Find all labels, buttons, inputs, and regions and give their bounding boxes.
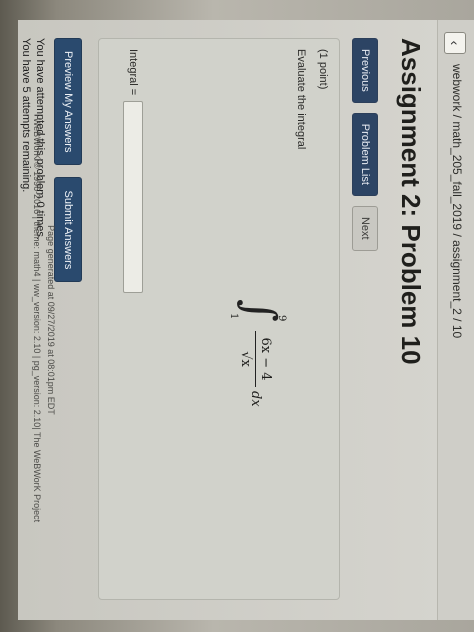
problem-list-button[interactable]: Problem List [352,112,378,196]
integral-differential: dx [248,391,263,407]
problem-panel: (1 point) Evaluate the integral ∫ 9 1 6x… [20,38,340,604]
submit-answers-button[interactable]: Submit Answers [54,177,82,283]
answer-row: Integral = [123,49,143,294]
problem-points: (1 point) [317,49,329,90]
webwork-screen: ‹ webwork / math_205_fall_2019 / assignm… [18,20,474,620]
back-button[interactable]: ‹ [444,32,466,54]
page-generated-text: Page generated at 09/27/2019 at 08:01pm … [46,225,56,415]
preview-answers-button[interactable]: Preview My Answers [54,38,82,166]
problem-prompt: Evaluate the integral [295,49,307,150]
chevron-left-icon: ‹ [447,40,463,46]
integral-lower-limit: 1 [228,313,239,320]
previous-button[interactable]: Previous [352,38,378,103]
problem-box: (1 point) Evaluate the integral ∫ 9 1 6x… [98,38,340,600]
integrand-numerator: 6x − 4 [255,331,273,387]
page-title: Assignment 2: Problem 10 [396,38,426,365]
answer-label: Integral = [127,49,139,96]
answer-input[interactable] [123,101,143,294]
next-button[interactable]: Next [352,205,378,251]
integrand-denominator: √x [238,351,253,367]
breadcrumb-bar: ‹ webwork / math_205_fall_2019 / assignm… [437,20,474,620]
integral-expression: ∫ 9 1 6x − 4 √x dx [201,299,291,429]
problem-navigation: Previous Problem List Next [352,38,378,251]
attempts-remaining-text: You have 5 attempts remaining. [20,38,32,193]
answer-actions: Preview My Answers Submit Answers [54,38,82,283]
breadcrumb: webwork / math_205_fall_2019 / assignmen… [450,64,464,339]
footer-credits: WeBWorK © 1996-2016 | theme: math4 | ww_… [32,117,42,523]
integral-upper-limit: 9 [276,315,287,322]
integrand-fraction: 6x − 4 √x [238,331,273,387]
